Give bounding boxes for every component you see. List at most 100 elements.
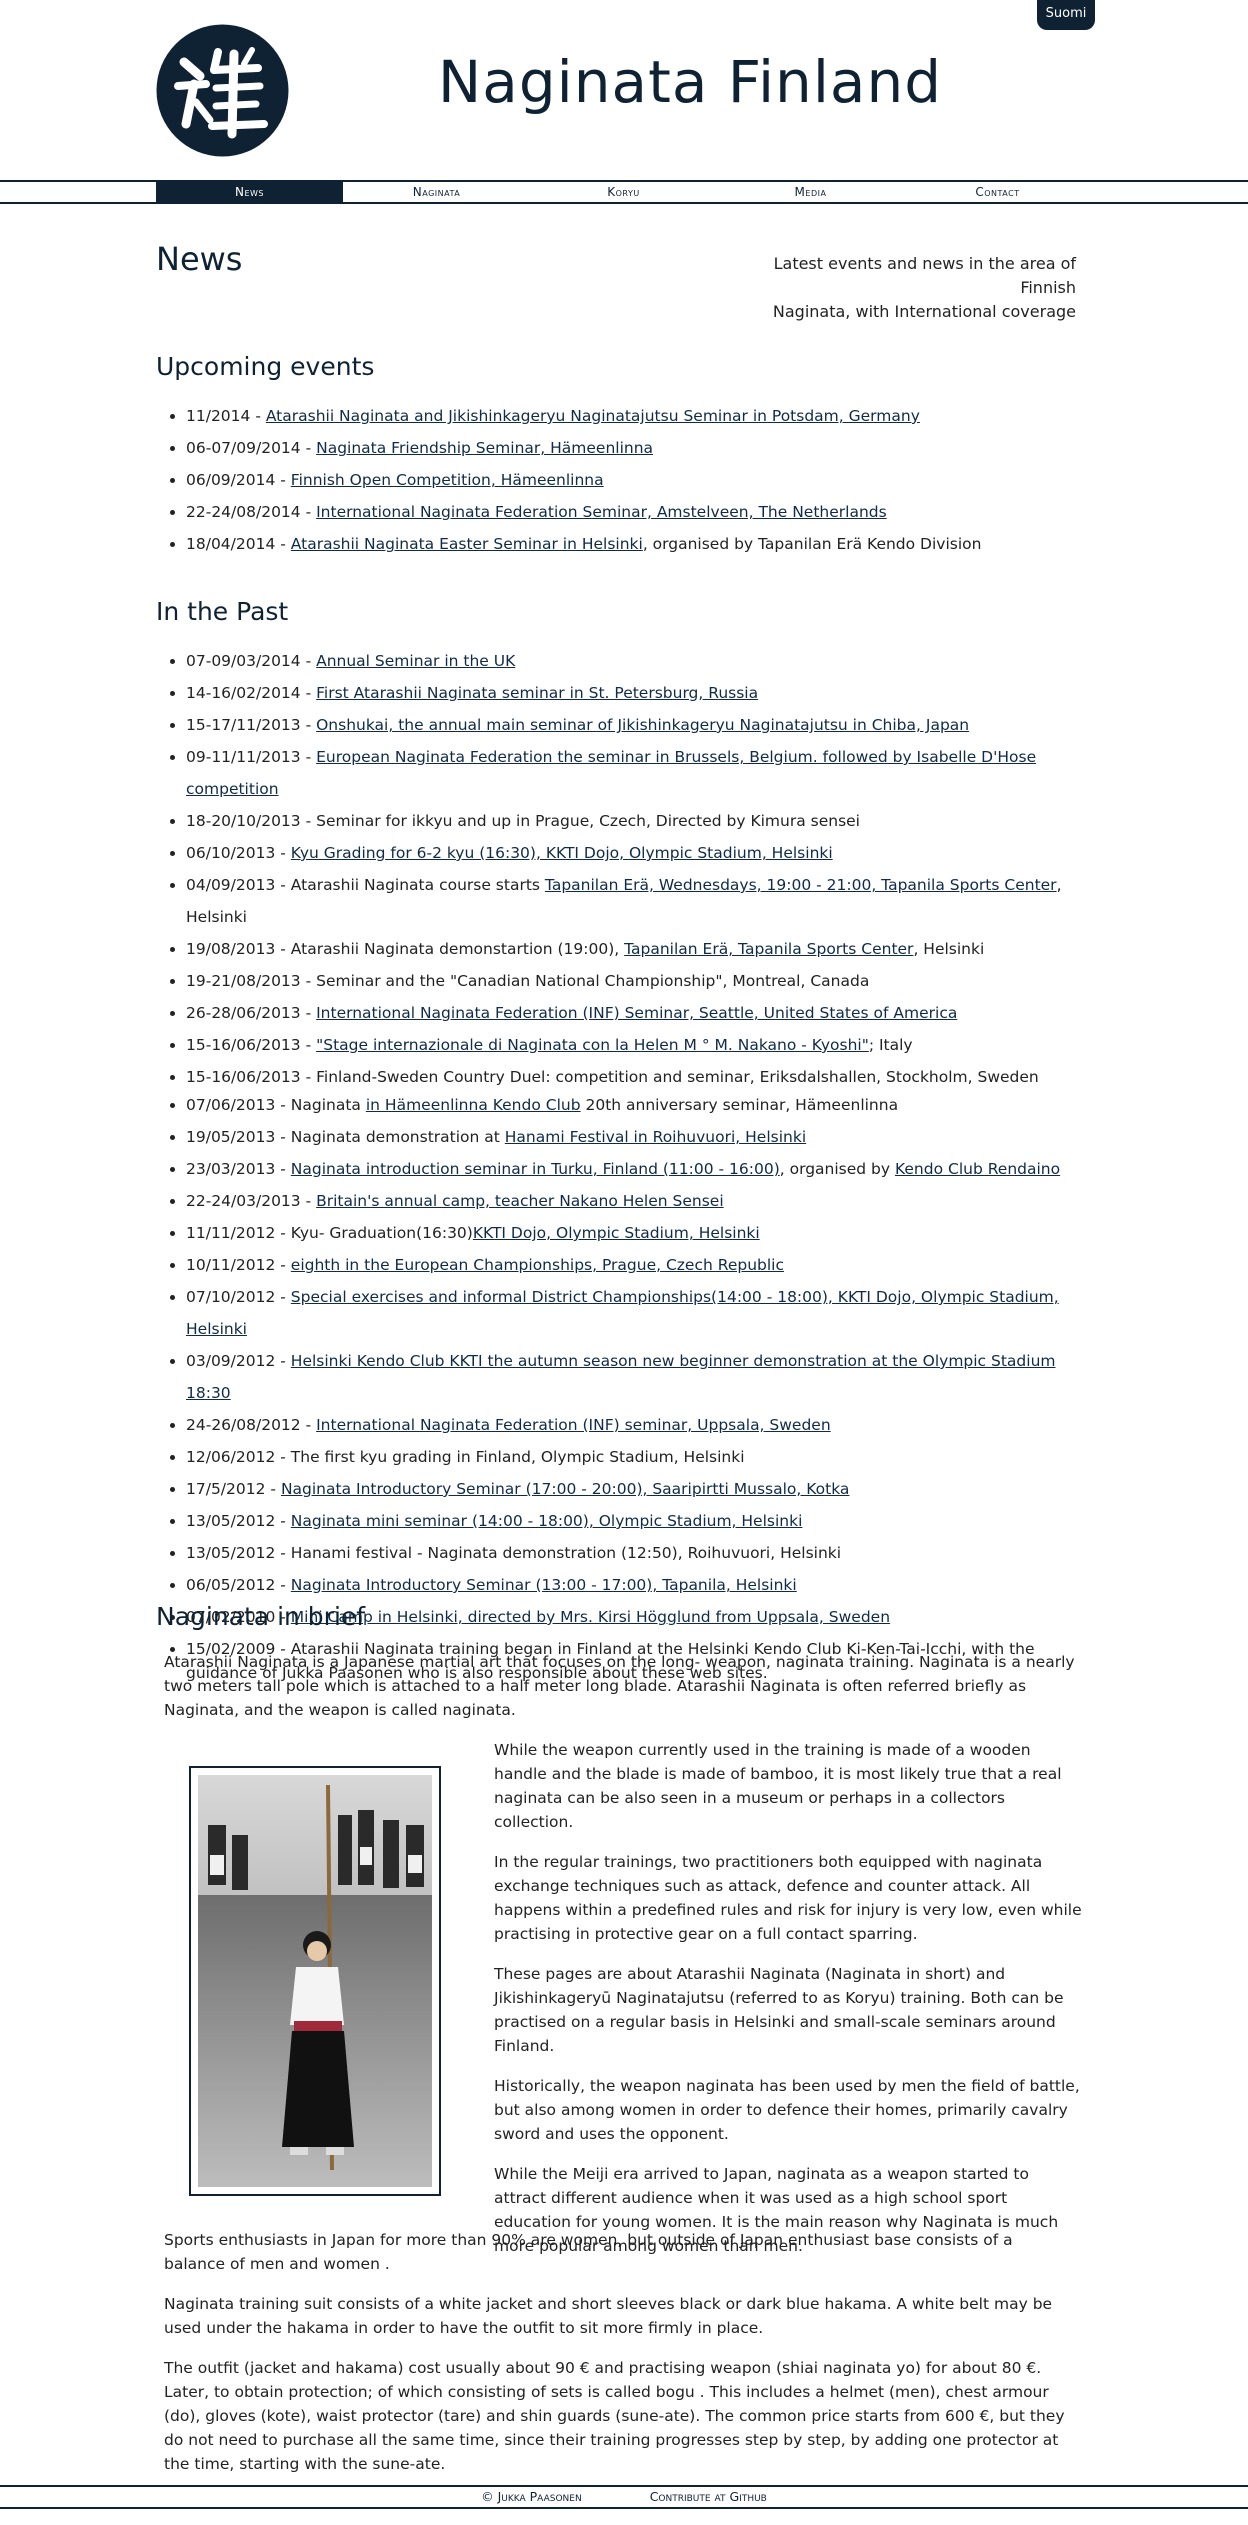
event-link[interactable]: Kyu Grading for 6-2 kyu (16:30), KKTI Do… (291, 844, 833, 862)
footer-github-link[interactable]: Contribute at Github (650, 2489, 767, 2504)
event-link[interactable]: Atarashii Naginata and Jikishinkageryu N… (266, 407, 920, 425)
event-link[interactable]: First Atarashii Naginata seminar in St. … (316, 684, 758, 702)
upcoming-heading: Upcoming events (156, 352, 375, 381)
brief-heading: Naginata in brief (156, 1602, 366, 1631)
event-item: 18/04/2014 - Atarashii Naginata Easter S… (186, 528, 981, 560)
brief-intro: Atarashii Naginata is a Japanese martial… (164, 1650, 1076, 1738)
event-link[interactable]: eighth in the European Championships, Pr… (291, 1256, 784, 1274)
event-item: 13/05/2012 - Hanami festival - Naginata … (186, 1537, 1076, 1569)
event-link[interactable]: KKTI Dojo, Olympic Stadium, Helsinki (473, 1224, 760, 1242)
event-text: 23/03/2013 - (186, 1160, 291, 1178)
event-text: 15-17/11/2013 - (186, 716, 317, 734)
brief-paragraph: These pages are about Atarashii Naginata… (494, 1965, 1064, 2055)
event-item: 12/06/2012 - The first kyu grading in Fi… (186, 1441, 1076, 1473)
event-item: 17/5/2012 - Naginata Introductory Semina… (186, 1473, 1076, 1505)
event-link[interactable]: Special exercises and informal District … (186, 1288, 1059, 1338)
event-suffix: , organised by (779, 1160, 895, 1178)
event-text: 13/05/2012 - Hanami festival - Naginata … (186, 1544, 842, 1562)
event-text: 07/10/2012 - (186, 1288, 291, 1306)
event-link[interactable]: Naginata Introductory Seminar (17:00 - 2… (281, 1480, 849, 1498)
nav-item-media[interactable]: Media (717, 182, 904, 202)
event-item: 15-16/06/2013 - Finland-Sweden Country D… (186, 1061, 1076, 1089)
naginata-photo (189, 1766, 441, 2196)
event-text: 14-16/02/2014 - (186, 684, 317, 702)
event-link[interactable]: Mini Camp in Helsinki, directed by Mrs. … (291, 1608, 890, 1626)
event-link[interactable]: Finnish Open Competition, Hämeenlinna (291, 471, 604, 489)
footer-author-link[interactable]: © Jukka Paasonen (481, 2489, 582, 2504)
event-text: 22-24/08/2014 - (186, 503, 317, 521)
event-text: 15-16/06/2013 - (186, 1036, 317, 1054)
event-text: 18-20/10/2013 - Seminar for ikkyu and up… (186, 812, 860, 830)
event-item: 03/09/2012 - Helsinki Kendo Club KKTI th… (186, 1345, 1076, 1409)
event-text: 06/05/2012 - (186, 1576, 291, 1594)
event-text: 18/04/2014 - (186, 535, 291, 553)
event-link[interactable]: International Naginata Federation (INF) … (316, 1004, 957, 1022)
event-link[interactable]: Britain's annual camp, teacher Nakano He… (316, 1192, 724, 1210)
event-link[interactable]: "Stage internazionale di Naginata con la… (316, 1036, 869, 1054)
logo-emblem-icon (156, 24, 289, 157)
event-link[interactable]: Kendo Club Rendaino (895, 1160, 1060, 1178)
event-text: 04/09/2013 - Atarashii Naginata course s… (186, 876, 545, 894)
event-text: 06/09/2014 - (186, 471, 291, 489)
tagline-line1: Latest events and news in the area of Fi… (773, 254, 1076, 297)
nav-item-koryu[interactable]: Koryu (530, 182, 717, 202)
event-text: 10/11/2012 - (186, 1256, 291, 1274)
page-title: News (156, 240, 243, 278)
event-link[interactable]: Tapanilan Erä, Tapanila Sports Center (624, 940, 913, 958)
event-item: 10/11/2012 - eighth in the European Cham… (186, 1249, 1076, 1281)
event-item: 19-21/08/2013 - Seminar and the "Canadia… (186, 965, 1076, 997)
event-link[interactable]: Naginata Friendship Seminar, Hämeenlinna (316, 439, 653, 457)
event-text: 06-07/09/2014 - (186, 439, 317, 457)
event-link[interactable]: Atarashii Naginata Easter Seminar in Hel… (291, 535, 643, 553)
event-item: 06/10/2013 - Kyu Grading for 6-2 kyu (16… (186, 837, 1076, 869)
site-footer: © Jukka Paasonen Contribute at Github (0, 2485, 1248, 2509)
event-text: 12/06/2012 - The first kyu grading in Fi… (186, 1448, 745, 1466)
event-item: 09-11/11/2013 - European Naginata Federa… (186, 741, 1076, 805)
event-text: 19-21/08/2013 - Seminar and the "Canadia… (186, 972, 870, 990)
main-nav: News Naginata Koryu Media Contact (0, 180, 1248, 204)
nav-item-naginata[interactable]: Naginata (343, 182, 530, 202)
event-link[interactable]: International Naginata Federation Semina… (316, 503, 887, 521)
event-link[interactable]: Annual Seminar in the UK (316, 652, 515, 670)
event-item: 14-16/02/2014 - First Atarashii Naginata… (186, 677, 1076, 709)
event-link[interactable]: Hanami Festival in Roihuvuori, Helsinki (505, 1128, 806, 1146)
event-text: 19/05/2013 - Naginata demonstration at (186, 1128, 505, 1146)
page-tagline: Latest events and news in the area of Fi… (716, 252, 1076, 324)
event-text: 19/08/2013 - Atarashii Naginata demonsta… (186, 940, 625, 958)
brief-side-text: While the weapon currently used in the t… (494, 1738, 1084, 2274)
past-list: 07-09/03/2014 - Annual Seminar in the UK… (156, 645, 1076, 1685)
event-text: 26-28/06/2013 - (186, 1004, 317, 1022)
event-item: 22-24/03/2013 - Britain's annual camp, t… (186, 1185, 1076, 1217)
nav-item-news[interactable]: News (156, 182, 343, 202)
event-text: 07-09/03/2014 - (186, 652, 317, 670)
event-link[interactable]: Naginata mini seminar (14:00 - 18:00), O… (291, 1512, 803, 1530)
site-logo[interactable] (156, 24, 289, 157)
event-item: 07/10/2012 - Special exercises and infor… (186, 1281, 1076, 1345)
event-link[interactable]: in Hämeenlinna Kendo Club (366, 1096, 581, 1114)
language-switch-button[interactable]: Suomi (1037, 0, 1095, 30)
event-item: 22-24/08/2014 - International Naginata F… (186, 496, 981, 528)
event-item: 23/03/2013 - Naginata introduction semin… (186, 1153, 1076, 1185)
event-link[interactable]: Tapanilan Erä, Wednesdays, 19:00 - 21:00… (545, 876, 1057, 894)
event-suffix: , Helsinki (913, 940, 985, 958)
event-item: 11/11/2012 - Kyu- Graduation(16:30)KKTI … (186, 1217, 1076, 1249)
event-text: 17/5/2012 - (186, 1480, 281, 1498)
brief-paragraph: Sports enthusiasts in Japan for more tha… (164, 2231, 1013, 2273)
event-text: 09-11/11/2013 - (186, 748, 317, 766)
event-link[interactable]: Naginata introduction seminar in Turku, … (291, 1160, 780, 1178)
event-link[interactable]: Onshukai, the annual main seminar of Jik… (316, 716, 969, 734)
event-item: 06-07/09/2014 - Naginata Friendship Semi… (186, 432, 981, 464)
nav-item-contact[interactable]: Contact (904, 182, 1091, 202)
event-text: 06/10/2013 - (186, 844, 291, 862)
event-link[interactable]: International Naginata Federation (INF) … (316, 1416, 831, 1434)
event-link[interactable]: Helsinki Kendo Club KKTI the autumn seas… (186, 1352, 1056, 1402)
event-item: 06/05/2012 - Naginata Introductory Semin… (186, 1569, 1076, 1601)
site-title: Naginata Finland (437, 48, 943, 116)
event-text: 24-26/08/2012 - (186, 1416, 317, 1434)
event-item: 07-09/03/2014 - Annual Seminar in the UK (186, 645, 1076, 677)
event-item: 24-26/08/2012 - International Naginata F… (186, 1409, 1076, 1441)
event-item: 13/05/2012 - Naginata mini seminar (14:0… (186, 1505, 1076, 1537)
event-item: 15-16/06/2013 - "Stage internazionale di… (186, 1029, 1076, 1061)
event-text: 15-16/06/2013 - Finland-Sweden Country D… (186, 1068, 1039, 1086)
event-link[interactable]: Naginata Introductory Seminar (13:00 - 1… (291, 1576, 797, 1594)
